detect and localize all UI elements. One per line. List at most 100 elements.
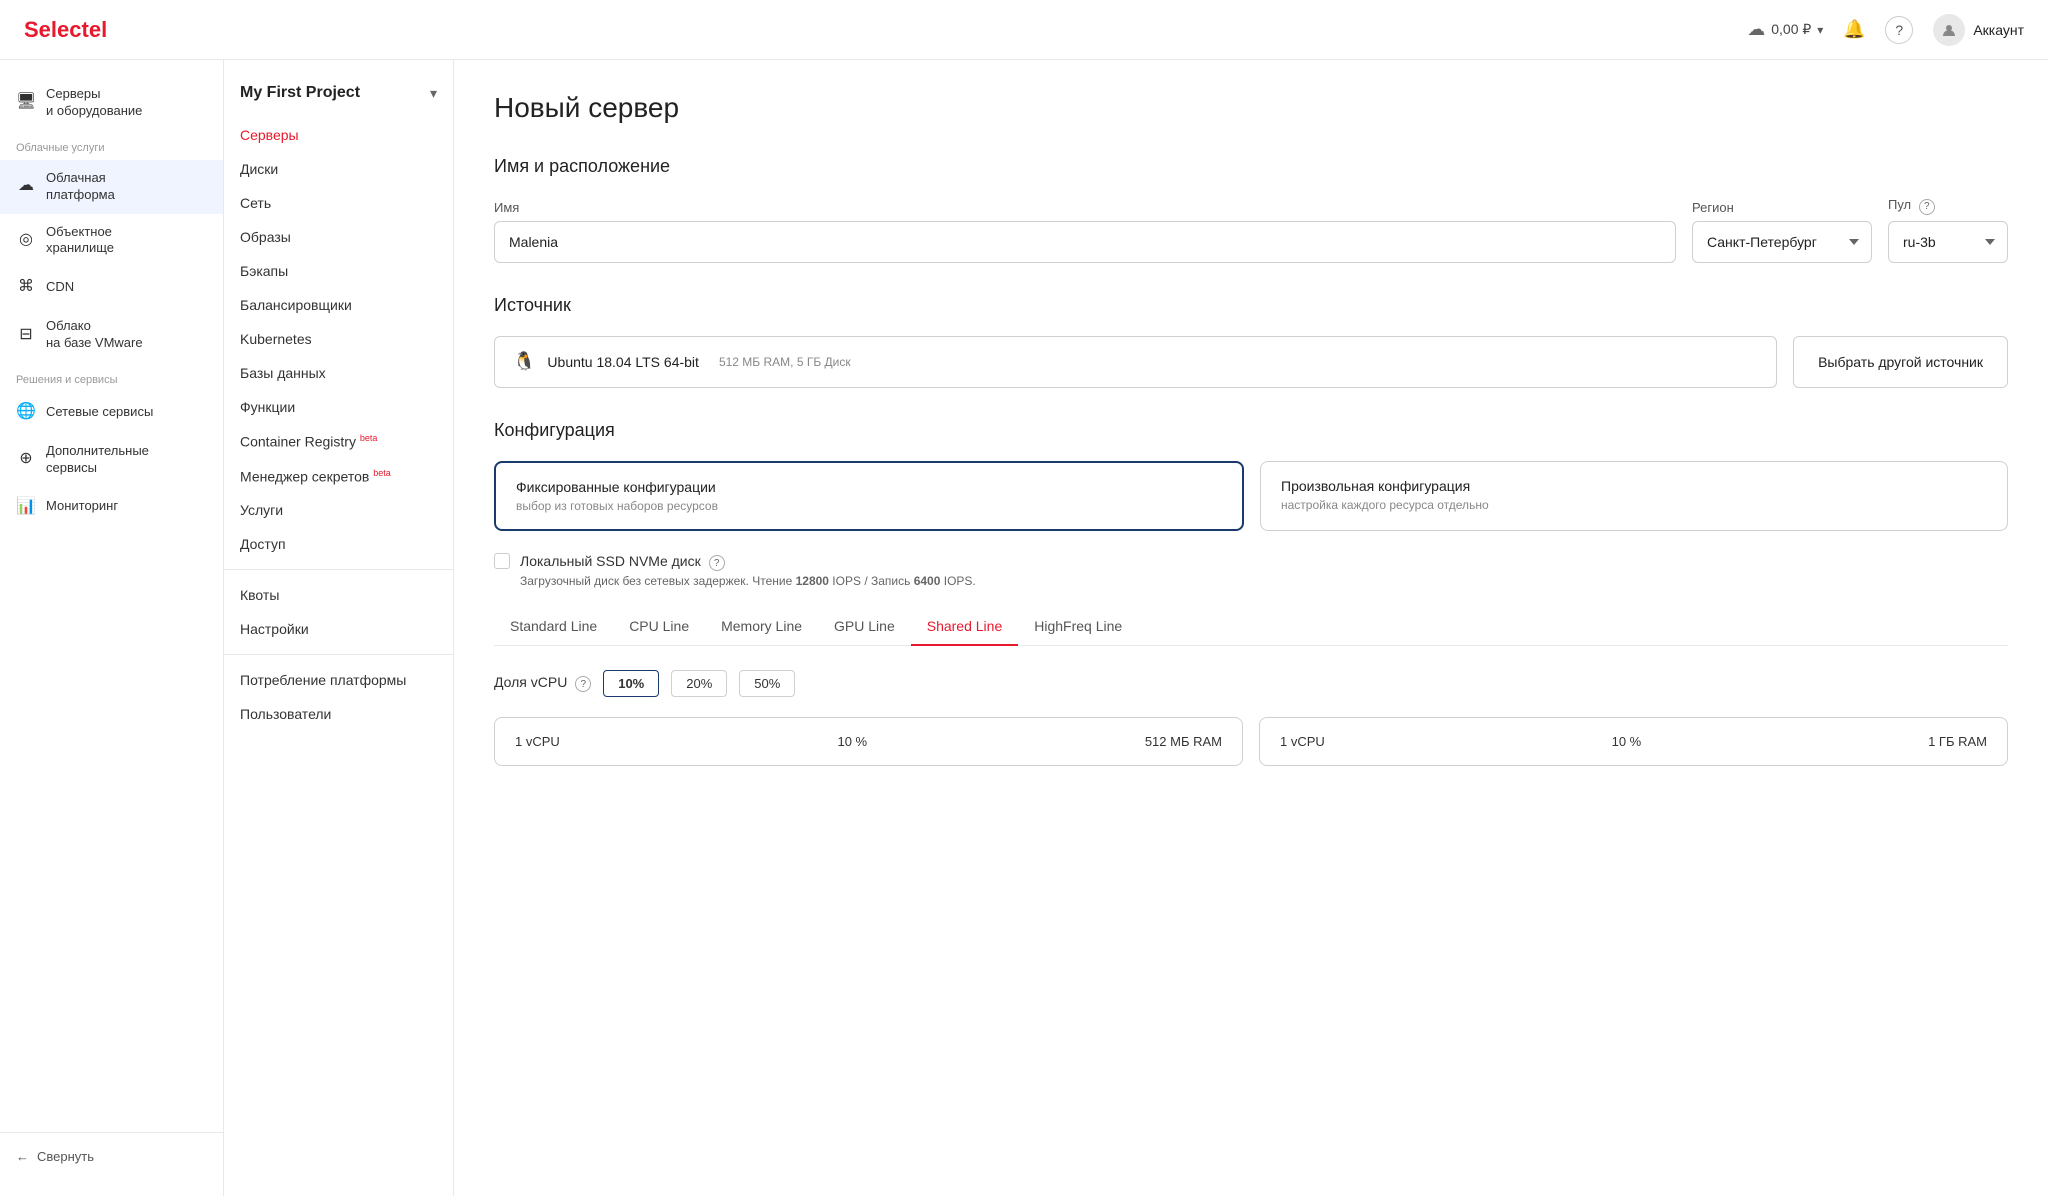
sidebar-item-network[interactable]: 🌐 Сетевые сервисы: [0, 392, 223, 433]
tab-memory[interactable]: Memory Line: [705, 608, 818, 646]
nav-items: Серверы Диски Сеть Образы Бэкапы Баланси…: [224, 118, 453, 561]
account-button[interactable]: Аккаунт: [1933, 14, 2024, 46]
nav-item-balancers[interactable]: Балансировщики: [224, 288, 453, 322]
sidebar-item-object[interactable]: ◎ Объектноехранилище: [0, 214, 223, 268]
nav-item-access[interactable]: Доступ: [224, 527, 453, 561]
project-dropdown-icon: ▾: [430, 85, 437, 102]
sidebar-item-cloud-label: Облачнаяплатформа: [46, 170, 115, 204]
server-cards: 1 vCPU 10 % 512 МБ RAM 1 vCPU 10: [494, 717, 2008, 766]
balance-value: 0,00 ₽: [1771, 21, 1811, 38]
nav-item-settings[interactable]: Настройки: [224, 612, 453, 646]
server-card-0[interactable]: 1 vCPU 10 % 512 МБ RAM: [494, 717, 1243, 766]
name-input[interactable]: [494, 221, 1676, 263]
vcpu-help-icon[interactable]: ?: [575, 676, 591, 692]
nav-item-functions[interactable]: Функции: [224, 390, 453, 424]
page-title: Новый сервер: [494, 92, 2008, 124]
nav-item-quotas[interactable]: Квоты: [224, 578, 453, 612]
sidebar-second: My First Project ▾ Серверы Диски Сеть Об…: [224, 60, 454, 1196]
region-select[interactable]: Санкт-Петербург: [1692, 221, 1872, 263]
network-icon: 🌐: [16, 402, 36, 423]
config-fixed-title: Фиксированные конфигурации: [516, 479, 1222, 495]
nav-item-registry[interactable]: Container Registry beta: [224, 424, 453, 459]
notifications-icon[interactable]: 🔔: [1843, 19, 1865, 41]
nav-item-databases[interactable]: Базы данных: [224, 356, 453, 390]
nav-services-label: Услуги: [240, 502, 283, 518]
vmware-icon: ⊟: [16, 325, 36, 346]
sidebar-item-object-label: Объектноехранилище: [46, 224, 114, 258]
server-share-0: 10 %: [837, 734, 867, 749]
nav-divider: [224, 569, 453, 570]
secrets-badge: beta: [373, 468, 391, 478]
server-card-1[interactable]: 1 vCPU 10 % 1 ГБ RAM: [1259, 717, 2008, 766]
logo-text: Selectel: [24, 17, 107, 42]
nav-item-services[interactable]: Услуги: [224, 493, 453, 527]
nav-item-disks[interactable]: Диски: [224, 152, 453, 186]
sidebar-item-vmware[interactable]: ⊟ Облакона базе VMware: [0, 308, 223, 362]
nav-functions-label: Функции: [240, 399, 295, 415]
header-right: ☁ 0,00 ₽ ▾ 🔔 ? Аккаунт: [1747, 14, 2024, 46]
cloud-section-label: Облачные услуги: [0, 130, 223, 160]
sidebar-item-monitoring[interactable]: 📊 Мониторинг: [0, 487, 223, 528]
nav-databases-label: Базы данных: [240, 365, 326, 381]
nav-item-secrets[interactable]: Менеджер секретов beta: [224, 459, 453, 494]
name-label: Имя: [494, 200, 1676, 215]
nav-platform-usage-label: Потребление платформы: [240, 672, 406, 688]
nav-item-backups[interactable]: Бэкапы: [224, 254, 453, 288]
tab-standard[interactable]: Standard Line: [494, 608, 613, 646]
vcpu-btn-50[interactable]: 50%: [739, 670, 795, 697]
logo[interactable]: Selectel: [24, 17, 107, 43]
pool-help-icon[interactable]: ?: [1919, 199, 1935, 215]
tab-gpu[interactable]: GPU Line: [818, 608, 911, 646]
config-fixed-card[interactable]: Фиксированные конфигурации выбор из гото…: [494, 461, 1244, 531]
collapse-button[interactable]: ← Свернуть: [16, 1149, 207, 1164]
project-selector[interactable]: My First Project ▾: [224, 76, 453, 118]
vcpu-btn-10[interactable]: 10%: [603, 670, 659, 697]
nav-item-platform-usage[interactable]: Потребление платформы: [224, 663, 453, 697]
nav-registry-label: Container Registry beta: [240, 433, 377, 450]
server-ram-0: 512 МБ RAM: [1145, 734, 1222, 749]
sidebar-item-extra[interactable]: ⊕ Дополнительныесервисы: [0, 433, 223, 487]
nav-item-servers[interactable]: Серверы: [224, 118, 453, 152]
server-vcpu-0: 1 vCPU: [515, 734, 560, 749]
sidebar-item-servers[interactable]: 🖥 Серверыи оборудование: [0, 76, 223, 130]
nav-disks-label: Диски: [240, 161, 278, 177]
tab-cpu[interactable]: CPU Line: [613, 608, 705, 646]
nvme-desc: Загрузочный диск без сетевых задержек. Ч…: [520, 574, 976, 588]
extra-icon: ⊕: [16, 449, 36, 470]
nav-kubernetes-label: Kubernetes: [240, 331, 312, 347]
region-field-group: Регион Санкт-Петербург: [1692, 200, 1872, 263]
sidebar-item-cdn[interactable]: ⌘ CDN: [0, 267, 223, 308]
account-label: Аккаунт: [1973, 22, 2024, 38]
source-meta: 512 МБ RAM, 5 ГБ Диск: [719, 355, 851, 369]
nav-item-images[interactable]: Образы: [224, 220, 453, 254]
app-layout: 🖥 Серверыи оборудование Облачные услуги …: [0, 60, 2048, 1196]
tab-shared[interactable]: Shared Line: [911, 608, 1019, 646]
sidebar-item-cloud[interactable]: ☁ Облачнаяплатформа: [0, 160, 223, 214]
nav-settings-label: Настройки: [240, 621, 309, 637]
nvme-label: Локальный SSD NVMe диск ?: [520, 551, 976, 572]
nvme-checkbox[interactable]: [494, 553, 510, 569]
tab-highfreq[interactable]: HighFreq Line: [1018, 608, 1138, 646]
nvme-help-icon[interactable]: ?: [709, 555, 725, 571]
nvme-write-value: 6400: [914, 574, 941, 588]
main-content: Новый сервер Имя и расположение Имя Реги…: [454, 60, 2048, 1196]
help-icon[interactable]: ?: [1885, 16, 1913, 44]
line-tabs: Standard Line CPU Line Memory Line GPU L…: [494, 608, 2008, 646]
sidebar-item-servers-label: Серверыи оборудование: [46, 86, 142, 120]
config-custom-card[interactable]: Произвольная конфигурация настройка кажд…: [1260, 461, 2008, 531]
nav-item-network[interactable]: Сеть: [224, 186, 453, 220]
sidebar-item-extra-label: Дополнительныесервисы: [46, 443, 149, 477]
pool-select[interactable]: ru-3b: [1888, 221, 2008, 263]
source-row: 🐧 Ubuntu 18.04 LTS 64-bit 512 МБ RAM, 5 …: [494, 336, 2008, 388]
nav-item-users[interactable]: Пользователи: [224, 697, 453, 731]
sidebar-item-monitoring-label: Мониторинг: [46, 498, 118, 515]
vcpu-btn-20[interactable]: 20%: [671, 670, 727, 697]
nav-item-kubernetes[interactable]: Kubernetes: [224, 322, 453, 356]
change-source-button[interactable]: Выбрать другой источник: [1793, 336, 2008, 388]
nav-servers-label: Серверы: [240, 127, 299, 143]
server-share-1: 10 %: [1612, 734, 1642, 749]
balance-display[interactable]: ☁ 0,00 ₽ ▾: [1747, 19, 1823, 40]
nav-users-label: Пользователи: [240, 706, 331, 722]
nav-network-label: Сеть: [240, 195, 271, 211]
nav-quotas-label: Квоты: [240, 587, 279, 603]
